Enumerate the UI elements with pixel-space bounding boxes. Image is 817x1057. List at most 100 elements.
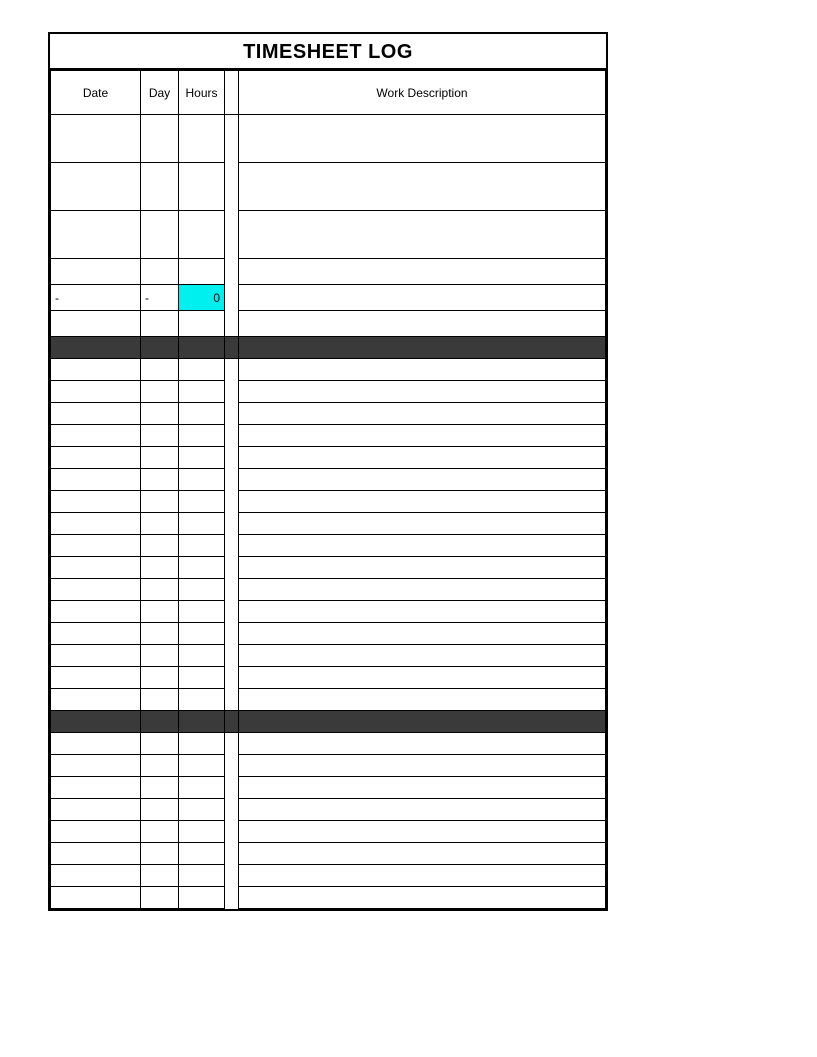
description-cell[interactable] — [239, 163, 606, 211]
day-cell[interactable] — [141, 579, 179, 601]
date-cell[interactable] — [51, 513, 141, 535]
description-cell[interactable] — [239, 799, 606, 821]
day-cell[interactable] — [141, 623, 179, 645]
description-cell[interactable] — [239, 689, 606, 711]
hours-cell[interactable] — [179, 403, 225, 425]
description-cell[interactable] — [239, 491, 606, 513]
date-cell[interactable] — [51, 403, 141, 425]
description-cell[interactable] — [239, 645, 606, 667]
hours-cell[interactable] — [179, 359, 225, 381]
hours-cell[interactable] — [179, 821, 225, 843]
day-cell[interactable] — [141, 381, 179, 403]
hours-cell[interactable] — [179, 579, 225, 601]
description-cell[interactable] — [239, 601, 606, 623]
description-cell[interactable] — [239, 535, 606, 557]
hours-cell[interactable] — [179, 259, 225, 285]
description-cell[interactable] — [239, 381, 606, 403]
date-cell[interactable] — [51, 381, 141, 403]
day-cell[interactable] — [141, 887, 179, 909]
day-cell[interactable] — [141, 557, 179, 579]
hours-cell[interactable] — [179, 381, 225, 403]
date-cell[interactable] — [51, 425, 141, 447]
date-cell[interactable] — [51, 667, 141, 689]
hours-cell[interactable] — [179, 447, 225, 469]
date-cell[interactable] — [51, 535, 141, 557]
day-cell[interactable] — [141, 513, 179, 535]
day-cell[interactable] — [141, 843, 179, 865]
date-cell[interactable] — [51, 843, 141, 865]
hours-cell[interactable] — [179, 557, 225, 579]
date-cell[interactable] — [51, 211, 141, 259]
description-cell[interactable] — [239, 887, 606, 909]
date-cell[interactable] — [51, 865, 141, 887]
date-cell[interactable] — [51, 777, 141, 799]
date-cell[interactable] — [51, 359, 141, 381]
date-cell[interactable] — [51, 259, 141, 285]
date-cell[interactable] — [51, 733, 141, 755]
hours-cell[interactable] — [179, 535, 225, 557]
description-cell[interactable] — [239, 513, 606, 535]
description-cell[interactable] — [239, 667, 606, 689]
date-cell[interactable] — [51, 115, 141, 163]
hours-cell[interactable] — [179, 115, 225, 163]
description-cell[interactable] — [239, 211, 606, 259]
description-cell[interactable] — [239, 623, 606, 645]
day-cell[interactable] — [141, 777, 179, 799]
hours-cell[interactable] — [179, 733, 225, 755]
description-cell[interactable] — [239, 755, 606, 777]
date-cell[interactable] — [51, 447, 141, 469]
day-cell[interactable] — [141, 259, 179, 285]
date-cell[interactable] — [51, 689, 141, 711]
hours-cell[interactable] — [179, 667, 225, 689]
date-cell[interactable] — [51, 755, 141, 777]
hours-cell[interactable] — [179, 601, 225, 623]
day-cell[interactable] — [141, 403, 179, 425]
day-cell[interactable] — [141, 865, 179, 887]
day-cell[interactable] — [141, 163, 179, 211]
hours-cell[interactable] — [179, 887, 225, 909]
hours-cell[interactable]: 0 — [179, 285, 225, 311]
hours-cell[interactable] — [179, 163, 225, 211]
day-cell[interactable] — [141, 447, 179, 469]
day-cell[interactable] — [141, 425, 179, 447]
date-cell[interactable] — [51, 579, 141, 601]
description-cell[interactable] — [239, 311, 606, 337]
day-cell[interactable] — [141, 755, 179, 777]
hours-cell[interactable] — [179, 491, 225, 513]
description-cell[interactable] — [239, 259, 606, 285]
hours-cell[interactable] — [179, 865, 225, 887]
day-cell[interactable]: - — [141, 285, 179, 311]
date-cell[interactable] — [51, 799, 141, 821]
day-cell[interactable] — [141, 535, 179, 557]
date-cell[interactable] — [51, 311, 141, 337]
date-cell[interactable] — [51, 557, 141, 579]
description-cell[interactable] — [239, 425, 606, 447]
date-cell[interactable] — [51, 623, 141, 645]
hours-cell[interactable] — [179, 843, 225, 865]
hours-cell[interactable] — [179, 311, 225, 337]
day-cell[interactable] — [141, 469, 179, 491]
date-cell[interactable]: - — [51, 285, 141, 311]
day-cell[interactable] — [141, 689, 179, 711]
date-cell[interactable] — [51, 645, 141, 667]
hours-cell[interactable] — [179, 689, 225, 711]
day-cell[interactable] — [141, 733, 179, 755]
hours-cell[interactable] — [179, 425, 225, 447]
day-cell[interactable] — [141, 491, 179, 513]
hours-cell[interactable] — [179, 799, 225, 821]
date-cell[interactable] — [51, 821, 141, 843]
day-cell[interactable] — [141, 667, 179, 689]
description-cell[interactable] — [239, 865, 606, 887]
day-cell[interactable] — [141, 311, 179, 337]
description-cell[interactable] — [239, 777, 606, 799]
description-cell[interactable] — [239, 447, 606, 469]
hours-cell[interactable] — [179, 211, 225, 259]
hours-cell[interactable] — [179, 645, 225, 667]
day-cell[interactable] — [141, 645, 179, 667]
description-cell[interactable] — [239, 285, 606, 311]
date-cell[interactable] — [51, 601, 141, 623]
description-cell[interactable] — [239, 359, 606, 381]
description-cell[interactable] — [239, 821, 606, 843]
description-cell[interactable] — [239, 733, 606, 755]
description-cell[interactable] — [239, 843, 606, 865]
